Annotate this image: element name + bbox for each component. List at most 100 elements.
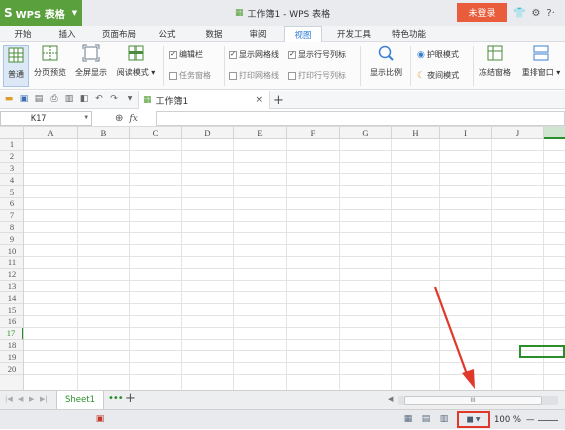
print-icon[interactable]: ⎙ xyxy=(49,94,59,104)
page-break-preview-button[interactable]: 分页预览 xyxy=(31,44,69,78)
new-tab-button[interactable]: + xyxy=(273,91,284,109)
name-box[interactable]: K17 ▼ xyxy=(0,111,92,126)
freeze-panes-button[interactable]: 冻结窗格 xyxy=(476,44,514,78)
active-column-header[interactable] xyxy=(544,127,565,139)
grid-row-line xyxy=(24,256,565,257)
close-icon[interactable]: × xyxy=(255,95,263,105)
tab-insert[interactable]: 插入 xyxy=(52,26,82,42)
tab-view[interactable]: 视图 xyxy=(284,26,322,43)
zoom-out-button[interactable]: — xyxy=(526,415,535,425)
normal-view-button[interactable]: 普通 xyxy=(3,45,29,87)
row-header[interactable]: 13 xyxy=(0,281,23,293)
fx-icon[interactable]: fx xyxy=(129,114,137,124)
document-tab[interactable]: ▦ 工作簿1 × xyxy=(138,91,270,109)
column-header[interactable]: I xyxy=(440,127,492,139)
column-header[interactable]: B xyxy=(78,127,130,139)
fullscreen-label: 全屏显示 xyxy=(75,68,107,77)
page-break-icon[interactable]: ▥ xyxy=(439,414,449,424)
app-menu-button[interactable]: S WPS 表格 ▼ xyxy=(0,0,82,26)
print-gridlines-checkbox[interactable]: 打印网格线 xyxy=(229,70,279,81)
zoom-button[interactable]: 显示比例 xyxy=(366,44,406,78)
last-sheet-icon[interactable]: ▶| xyxy=(40,395,48,403)
row-header[interactable]: 8 xyxy=(0,222,23,234)
prev-sheet-icon[interactable]: ◀ xyxy=(18,395,23,403)
zoom-slider[interactable] xyxy=(537,419,558,421)
column-header[interactable]: E xyxy=(234,127,287,139)
reading-mode-toggle[interactable]: ◼ ▼ xyxy=(457,411,490,428)
column-header[interactable]: J xyxy=(492,127,544,139)
rearrange-windows-button[interactable]: 重排窗口 ▾ xyxy=(517,44,565,78)
tab-page-layout[interactable]: 页面布局 xyxy=(96,26,142,42)
reading-mode-button[interactable]: 阅读模式 ▾ xyxy=(113,44,159,78)
redo-icon[interactable]: ↷ xyxy=(109,94,119,104)
show-gridlines-checkbox[interactable]: ✓ 显示网格线 xyxy=(229,49,279,60)
cell-grid[interactable] xyxy=(24,139,565,390)
row-header[interactable]: 19 xyxy=(0,351,23,364)
scrollbar-thumb[interactable]: III xyxy=(404,396,542,405)
tab-developer[interactable]: 开发工具 xyxy=(331,26,377,42)
grid-row-line xyxy=(24,208,565,210)
edit-bar-checkbox[interactable]: ✓ 编辑栏 xyxy=(169,49,203,60)
macro-record-icon[interactable]: ▣ xyxy=(95,414,105,424)
print-preview-icon[interactable]: ▥ xyxy=(64,94,74,104)
formula-input[interactable] xyxy=(156,111,565,126)
column-header[interactable]: C xyxy=(130,127,182,139)
select-all-corner[interactable] xyxy=(0,127,24,139)
next-sheet-icon[interactable]: ▶ xyxy=(29,395,34,403)
undo-icon[interactable]: ↶ xyxy=(94,94,104,104)
column-header[interactable]: A xyxy=(24,127,78,139)
row-header[interactable]: 18 xyxy=(0,340,23,352)
row-header[interactable]: 10 xyxy=(0,245,23,257)
tab-home[interactable]: 开始 xyxy=(8,26,38,42)
chevron-down-icon[interactable]: ▼ xyxy=(84,114,88,121)
scroll-left-icon[interactable]: ◀ xyxy=(388,395,393,403)
task-pane-checkbox[interactable]: 任务窗格 xyxy=(169,70,211,81)
row-header[interactable]: 6 xyxy=(0,198,23,210)
row-header[interactable]: 9 xyxy=(0,233,23,246)
normal-view-icon[interactable]: ▦ xyxy=(403,414,413,424)
column-header[interactable]: D xyxy=(182,127,234,139)
tab-formulas[interactable]: 公式 xyxy=(152,26,182,42)
sheet-tab[interactable]: Sheet1 xyxy=(56,391,104,409)
fullscreen-button[interactable]: 全屏显示 xyxy=(71,44,111,78)
row-header[interactable]: 7 xyxy=(0,210,23,222)
selected-cell[interactable] xyxy=(519,345,565,358)
row-header[interactable]: 5 xyxy=(0,186,23,198)
night-mode-button[interactable]: ☾ 夜间模式 xyxy=(417,70,459,81)
tab-data[interactable]: 数据 xyxy=(199,26,229,42)
help-icon[interactable]: ?· xyxy=(546,8,555,19)
page-layout-icon[interactable]: ▤ xyxy=(421,414,431,424)
add-sheet-button[interactable]: + xyxy=(125,391,136,406)
row-header[interactable]: 11 xyxy=(0,257,23,269)
active-row-header[interactable]: 17 xyxy=(0,327,23,340)
column-header[interactable]: H xyxy=(392,127,440,139)
zoom-function-icon[interactable]: ⊕ xyxy=(115,113,123,124)
eye-protect-button[interactable]: ◉ 护眼模式 xyxy=(417,49,459,60)
row-header[interactable]: 20 xyxy=(0,363,23,375)
row-header[interactable]: 12 xyxy=(0,269,23,281)
login-button[interactable]: 未登录 xyxy=(457,3,507,22)
save-icon[interactable]: ▣ xyxy=(19,94,29,104)
format-painter-icon[interactable]: ◧ xyxy=(79,94,89,104)
open-folder-icon[interactable]: ▬ xyxy=(4,94,14,104)
column-header[interactable]: G xyxy=(340,127,392,139)
settings-icon[interactable]: ⚙ xyxy=(531,8,540,19)
column-header[interactable]: F xyxy=(287,127,340,139)
tab-features[interactable]: 特色功能 xyxy=(386,26,432,42)
shirt-icon[interactable]: 👕 xyxy=(513,8,525,19)
row-header[interactable]: 4 xyxy=(0,174,23,187)
row-header[interactable]: 1 xyxy=(0,139,23,151)
row-header[interactable]: 16 xyxy=(0,316,23,328)
row-header[interactable]: 15 xyxy=(0,304,23,316)
export-pdf-icon[interactable]: ▤ xyxy=(34,94,44,104)
row-header[interactable]: 14 xyxy=(0,292,23,305)
show-headers-checkbox[interactable]: ✓ 显示行号列标 xyxy=(288,49,346,60)
zoom-level[interactable]: 100 % — xyxy=(494,410,558,430)
row-header[interactable]: 3 xyxy=(0,163,23,175)
row-header[interactable]: 2 xyxy=(0,151,23,163)
print-headers-checkbox[interactable]: 打印行号列标 xyxy=(288,70,346,81)
more-sheets-button[interactable]: ••• xyxy=(108,393,124,404)
customize-dropdown-icon[interactable]: ▼ xyxy=(125,94,135,104)
first-sheet-icon[interactable]: |◀ xyxy=(5,395,13,403)
tab-review[interactable]: 审阅 xyxy=(243,26,273,42)
